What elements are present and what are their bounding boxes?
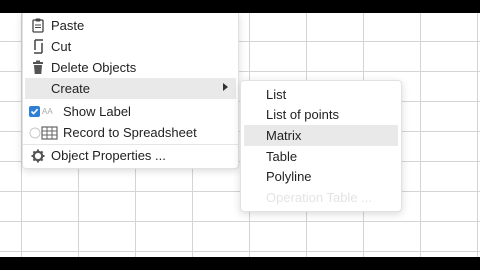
clipboard-icon <box>29 18 47 34</box>
menu-item-delete-objects[interactable]: Delete Objects <box>25 57 236 78</box>
menu-item-label: Paste <box>51 18 85 33</box>
submenu-item-polyline[interactable]: Polyline <box>244 166 398 187</box>
menu-item-cut[interactable]: Cut <box>25 36 236 57</box>
bottom-letterbox <box>0 257 480 270</box>
menu-item-label: Delete Objects <box>51 60 137 75</box>
submenu-item-label: Polyline <box>266 169 312 184</box>
trash-icon <box>29 60 47 76</box>
menu-item-label: Record to Spreadsheet <box>63 125 197 140</box>
create-submenu: List List of points Matrix Table Polylin… <box>240 80 402 212</box>
submenu-arrow-icon <box>223 83 228 91</box>
submenu-item-label: Table <box>266 149 298 164</box>
top-letterbox <box>0 0 480 13</box>
submenu-item-label: List of points <box>266 107 339 122</box>
menu-item-label: Object Properties ... <box>51 148 166 163</box>
submenu-item-list-of-points[interactable]: List of points <box>244 104 398 125</box>
scissors-icon <box>29 39 47 55</box>
submenu-item-matrix[interactable]: Matrix <box>244 125 398 146</box>
checkbox-icon[interactable]: AA <box>29 104 59 120</box>
menu-item-object-properties[interactable]: Object Properties ... <box>25 145 236 166</box>
submenu-item-table[interactable]: Table <box>244 146 398 167</box>
menu-item-label: Create <box>51 81 91 96</box>
menu-item-record-to-spreadsheet[interactable]: Record to Spreadsheet <box>25 122 236 143</box>
gear-icon <box>29 148 47 164</box>
submenu-item-label: Matrix <box>266 128 302 143</box>
label-style-prefix: AA <box>42 107 53 116</box>
submenu-item-label: Operation Table ... <box>266 190 372 205</box>
menu-item-label: Cut <box>51 39 72 54</box>
menu-item-paste[interactable]: Paste <box>25 15 236 36</box>
menu-item-show-label[interactable]: AA Show Label <box>25 101 236 122</box>
context-menu: Paste Cut Delete Objects Create AA Show … <box>22 13 239 169</box>
submenu-item-list[interactable]: List <box>244 84 398 105</box>
submenu-item-label: List <box>266 87 287 102</box>
spreadsheet-icon[interactable] <box>29 125 59 141</box>
submenu-item-operation-table[interactable]: Operation Table ... <box>244 187 398 208</box>
menu-item-label: Show Label <box>63 104 131 119</box>
menu-item-create[interactable]: Create <box>25 78 236 99</box>
